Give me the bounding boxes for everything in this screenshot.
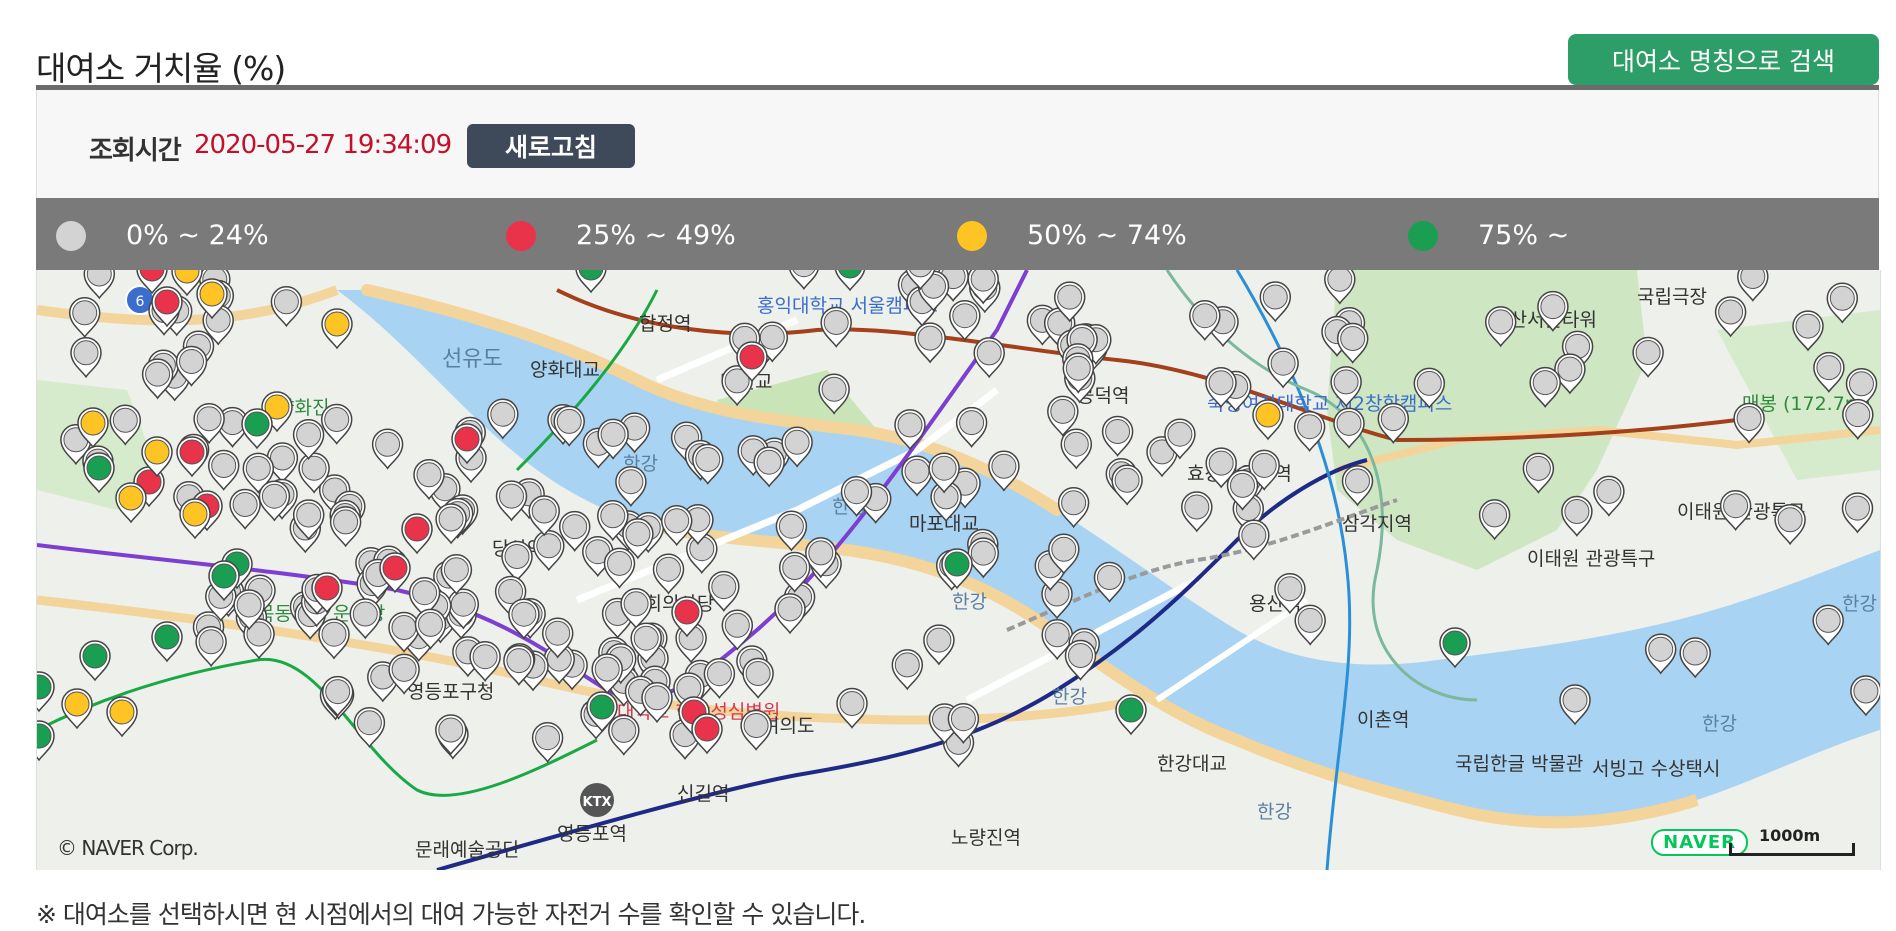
legend-label: 0% ~ 24% (126, 220, 269, 251)
map-label: 국립한글 박물관 (1455, 753, 1583, 775)
map-label: 선유도 (442, 347, 503, 372)
map-label: 신길역 (677, 783, 729, 805)
map-label: 이촌역 (1357, 709, 1409, 731)
map-canvas[interactable]: 6 합정역 홍익대학교 서울캠퍼스 남산서울타워 국립극장 선유도 양화대교 당… (37, 270, 1880, 870)
map-copyright: © NAVER Corp. (57, 836, 199, 860)
map-label: 한강대교 (1157, 753, 1227, 775)
green-dot-icon (1408, 221, 1438, 251)
map-label: 노량진역 (951, 827, 1021, 849)
legend-label: 50% ~ 74% (1027, 220, 1187, 251)
bike-station-map[interactable]: 6 합정역 홍익대학교 서울캠퍼스 남산서울타워 국립극장 선유도 양화대교 당… (36, 270, 1881, 870)
map-label: 한강 (1842, 593, 1877, 615)
map-label: 이태원 관광특구 (1527, 548, 1655, 570)
info-bar: 조회시간 2020-05-27 19:34:09 새로고침 (36, 90, 1879, 198)
ktx-badge: KTX (583, 795, 612, 810)
map-label: 한강 (1257, 801, 1292, 823)
map-label: 서빙고 수상택시 (1592, 758, 1720, 780)
notice-text: ※ 대여소를 선택하시면 현 시점에서의 대여 가능한 자전거 수를 확인할 수… (36, 900, 866, 929)
map-label: 삼각지역 (1342, 513, 1412, 535)
map-label: 합정역 (639, 313, 691, 335)
map-label: 한강 (952, 591, 987, 613)
gray-dot-icon (56, 221, 86, 251)
map-label: 한강 (1702, 713, 1737, 735)
map-label: 국립극장 (1637, 286, 1707, 308)
legend-label: 25% ~ 49% (576, 220, 736, 251)
search-by-name-button[interactable]: 대여소 명칭으로 검색 (1568, 34, 1879, 85)
legend: 0% ~ 24% 25% ~ 49% 50% ~ 74% 75% ~ (36, 198, 1879, 270)
map-scale: 1000m (1729, 826, 1855, 856)
refresh-button[interactable]: 새로고침 (467, 124, 635, 168)
legend-label: 75% ~ (1478, 220, 1570, 251)
map-label: 영등포역 (557, 823, 627, 845)
station-number-badge: 6 (136, 294, 145, 310)
yellow-dot-icon (957, 221, 987, 251)
page-title: 대여소 거치율 (%) (36, 49, 286, 88)
map-label: 영등포구청 (407, 681, 494, 703)
map-label: 문래예술공단 (415, 839, 520, 861)
map-label: 한강 (1052, 686, 1087, 708)
red-dot-icon (506, 221, 536, 251)
map-label: 양화대교 (530, 359, 600, 381)
lookup-time-value: 2020-05-27 19:34:09 (194, 130, 452, 160)
scale-label: 1000m (1759, 826, 1821, 845)
lookup-time-label: 조회시간 (89, 136, 182, 166)
